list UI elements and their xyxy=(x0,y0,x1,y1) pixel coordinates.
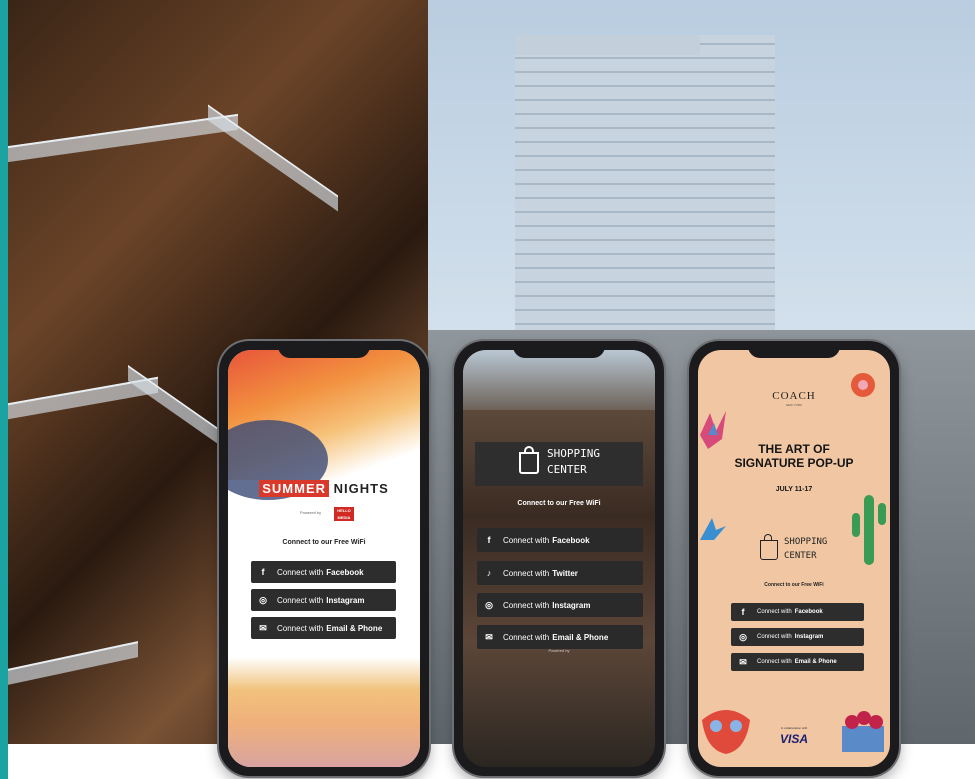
button-prefix: Connect with xyxy=(277,567,324,577)
connect-instagram-button[interactable]: ◎ Connect with Instagram xyxy=(477,593,643,617)
collab-label: In collaboration with xyxy=(780,726,808,730)
email-icon: ✉ xyxy=(485,631,493,642)
popup-title: THE ART OF SIGNATURE POP-UP xyxy=(698,442,890,470)
email-icon: ✉ xyxy=(259,622,267,633)
vessel-railing xyxy=(8,113,238,163)
vessel-railing xyxy=(128,364,228,452)
connect-facebook-button[interactable]: f Connect with Facebook xyxy=(731,603,864,621)
connect-twitter-button[interactable]: ♪ Connect with Twitter xyxy=(477,561,643,585)
phone-coach-popup: COACH NEW YORK THE ART OF SIGNATURE POP-U… xyxy=(689,341,899,776)
sky-photo xyxy=(463,350,655,410)
button-label: Facebook xyxy=(326,567,364,577)
logo-line2: CENTER xyxy=(547,463,587,476)
instagram-icon: ◎ xyxy=(259,594,267,605)
facebook-icon: f xyxy=(741,607,745,617)
shopping-bag-icon xyxy=(519,446,539,474)
connect-facebook-button[interactable]: f Connect with Facebook xyxy=(477,528,643,552)
button-label: Facebook xyxy=(552,535,590,545)
connect-heading: Connect to our Free WiFi xyxy=(517,500,601,507)
phone-notch xyxy=(748,341,840,358)
connect-facebook-button[interactable]: f Connect with Facebook xyxy=(251,561,396,583)
cactus-illustration xyxy=(852,495,886,565)
shopping-center-logo: SHOPPING CENTER xyxy=(475,442,643,486)
connect-instagram-button[interactable]: ◎ Connect with Instagram xyxy=(251,589,396,611)
teal-edge-bar xyxy=(0,0,8,779)
title-line2: SIGNATURE POP-UP xyxy=(734,456,854,470)
phone-summer-nights: SUMMER NIGHTS Powered by HELLO MEDIA Con… xyxy=(219,341,429,776)
facebook-icon: f xyxy=(487,535,491,545)
phone-shopping-center: SHOPPING CENTER Connect to our Free WiFi … xyxy=(454,341,664,776)
instagram-icon: ◎ xyxy=(739,631,747,642)
connect-email-button[interactable]: ✉ Connect with Email & Phone xyxy=(251,617,396,639)
button-prefix: Connect with xyxy=(757,659,792,665)
button-prefix: Connect with xyxy=(503,600,550,610)
phone-notch xyxy=(278,341,370,358)
phone-notch xyxy=(513,341,605,358)
logo-line1: SHOPPING xyxy=(784,537,828,547)
logo-line2: CENTER xyxy=(784,551,817,561)
city-illustration-bottom xyxy=(228,657,420,767)
phone-screen: SHOPPING CENTER Connect to our Free WiFi … xyxy=(463,350,655,767)
button-prefix: Connect with xyxy=(277,595,324,605)
coach-logo: COACH xyxy=(772,390,816,402)
connect-email-button[interactable]: ✉ Connect with Email & Phone xyxy=(477,625,643,649)
connect-instagram-button[interactable]: ◎ Connect with Instagram xyxy=(731,628,864,646)
button-label: Instagram xyxy=(326,595,365,605)
powered-by-label: Powered by xyxy=(548,648,570,653)
coach-logo-sub: NEW YORK xyxy=(785,403,803,407)
button-prefix: Connect with xyxy=(757,634,792,640)
facebook-icon: f xyxy=(261,567,265,577)
button-label: Email & Phone xyxy=(794,659,837,665)
vessel-railing xyxy=(8,641,138,685)
button-label: Email & Phone xyxy=(552,632,609,642)
summer-nights-logo: SUMMER NIGHTS xyxy=(228,480,420,497)
glass-tower xyxy=(515,35,775,365)
button-prefix: Connect with xyxy=(503,632,550,642)
shopping-center-logo: SHOPPING CENTER xyxy=(784,535,827,563)
button-label: Instagram xyxy=(794,634,824,640)
bird-illustration xyxy=(700,518,726,540)
instagram-icon: ◎ xyxy=(485,599,493,610)
vessel-railing xyxy=(208,104,338,212)
logo-line1: SHOPPING xyxy=(547,447,600,460)
button-prefix: Connect with xyxy=(503,535,550,545)
button-label: Email & Phone xyxy=(326,623,383,633)
twitter-icon: ♪ xyxy=(486,568,492,578)
connect-heading: Connect to our Free WiFi xyxy=(282,539,366,546)
button-prefix: Connect with xyxy=(503,568,550,578)
button-label: Facebook xyxy=(794,609,823,615)
connect-email-button[interactable]: ✉ Connect with Email & Phone xyxy=(731,653,864,671)
brand-highlight: SUMMER xyxy=(259,480,330,497)
phone-screen: COACH NEW YORK THE ART OF SIGNATURE POP-U… xyxy=(698,350,890,767)
powered-by-label: Powered by xyxy=(300,510,322,515)
button-label: Instagram xyxy=(552,600,591,610)
shopping-bag-icon xyxy=(760,534,778,560)
button-prefix: Connect with xyxy=(277,623,324,633)
phone-screen: SUMMER NIGHTS Powered by HELLO MEDIA Con… xyxy=(228,350,420,767)
title-line1: THE ART OF xyxy=(758,442,830,456)
sponsor-logo: HELLO MEDIA xyxy=(334,507,354,521)
event-date: JULY 11-17 xyxy=(775,486,813,493)
visa-logo: VISA xyxy=(779,732,808,746)
glass-tower-top xyxy=(515,35,700,55)
mask-illustration xyxy=(702,710,750,754)
connect-heading: Connect to our Free WiFi xyxy=(764,582,824,588)
button-prefix: Connect with xyxy=(757,609,792,615)
email-icon: ✉ xyxy=(739,656,747,667)
button-label: Twitter xyxy=(552,568,578,578)
brand-rest: NIGHTS xyxy=(333,481,389,496)
